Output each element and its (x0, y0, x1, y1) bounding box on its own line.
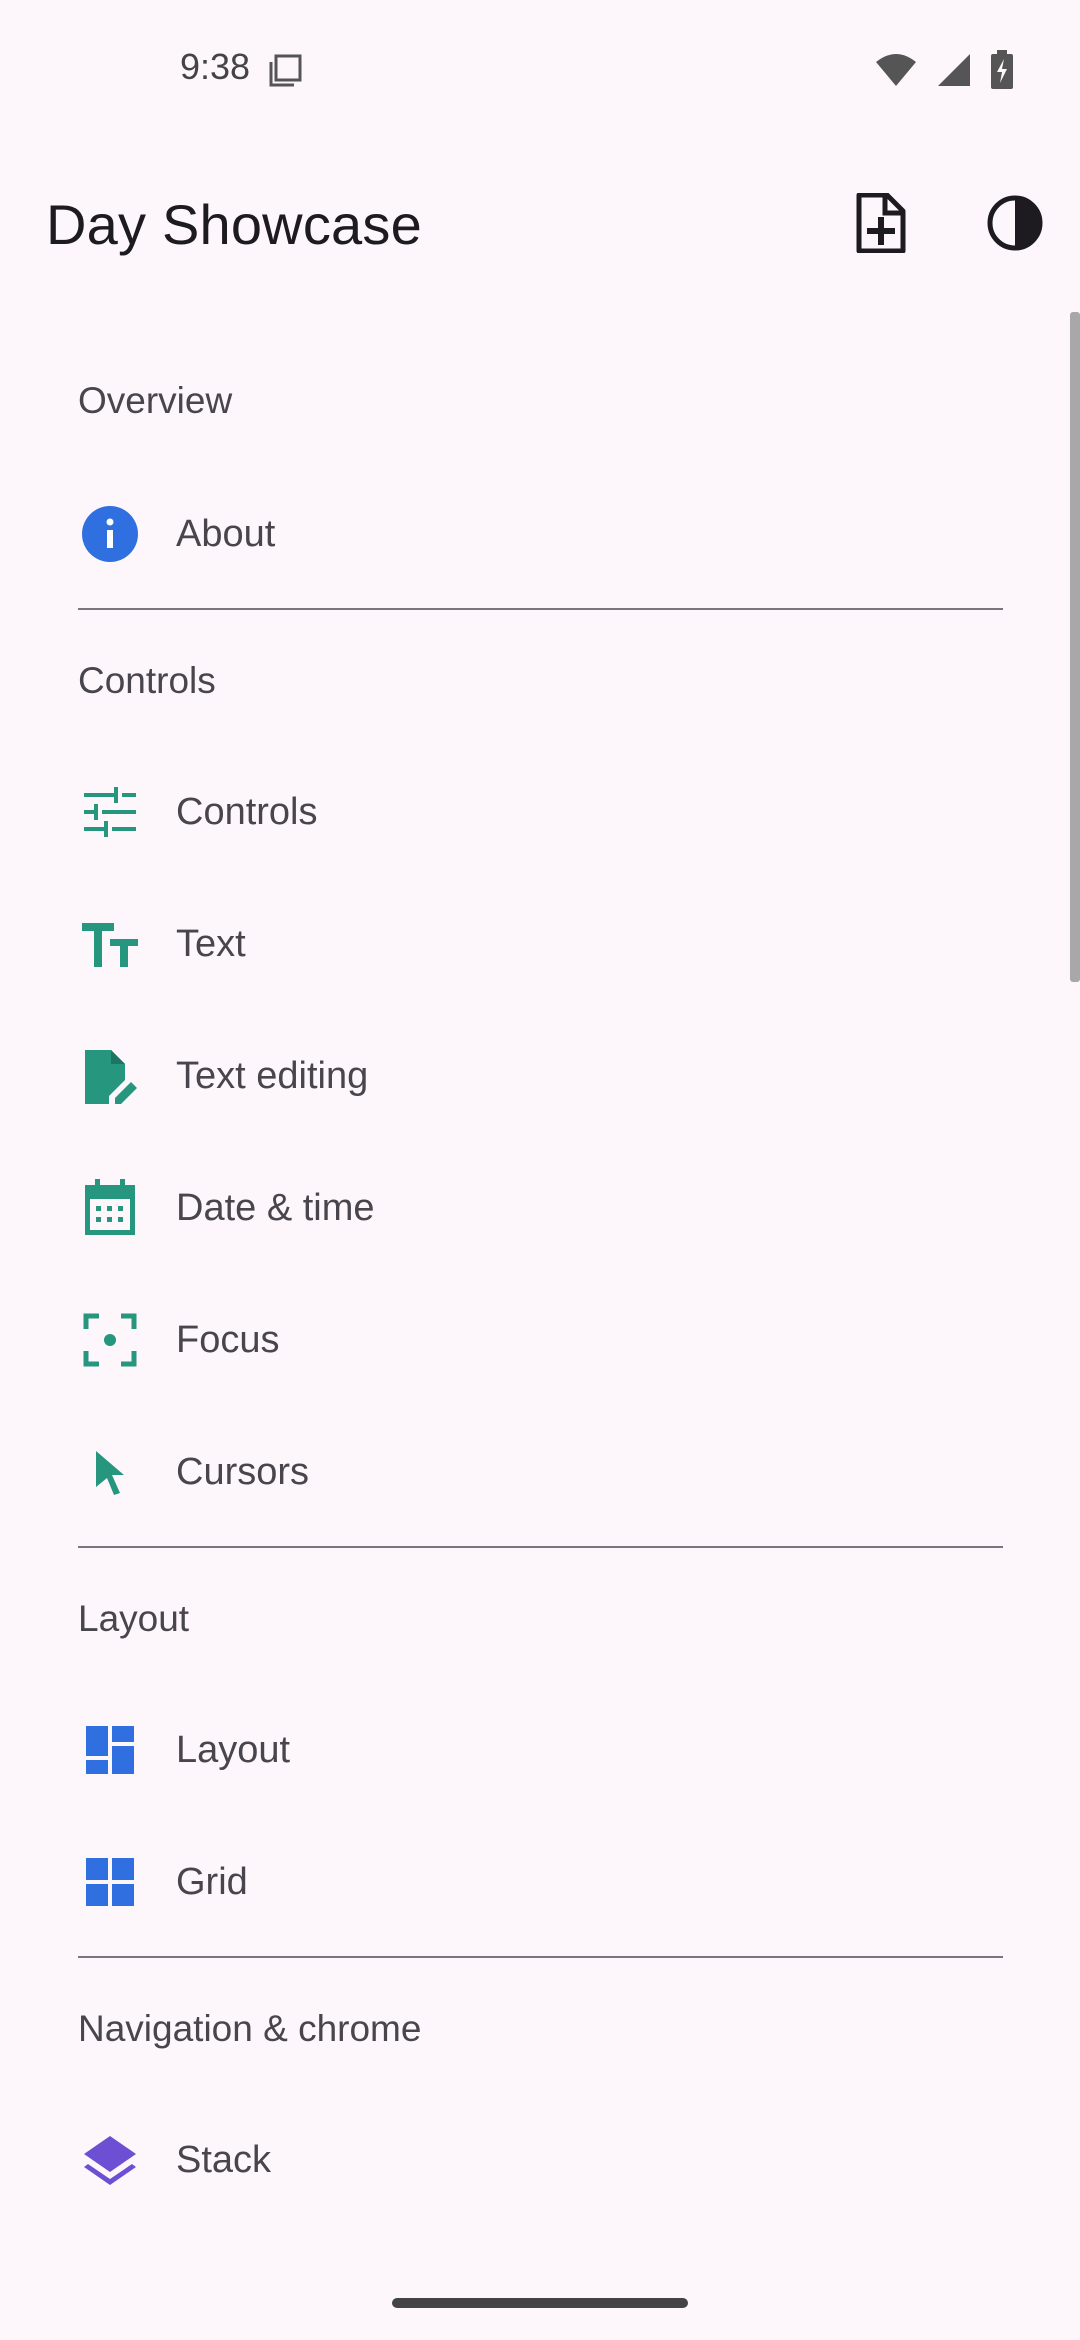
battery-charging-icon (990, 50, 1014, 95)
grid-icon (78, 1850, 142, 1914)
menu-item-text-editing[interactable]: Text editing (0, 1010, 1080, 1142)
menu-item-layout[interactable]: Layout (0, 1684, 1080, 1816)
screen-capture-icon (268, 54, 302, 93)
text-fields-icon (78, 912, 142, 976)
dashboard-icon (78, 1718, 142, 1782)
wifi-icon (874, 52, 918, 93)
theme-contrast-icon (986, 194, 1044, 257)
menu-item-date-time[interactable]: Date & time (0, 1142, 1080, 1274)
menu-item-label: Stack (176, 2138, 272, 2181)
tune-icon (78, 780, 142, 844)
status-time: 9:38 (180, 46, 251, 87)
new-document-button[interactable] (846, 190, 916, 260)
home-indicator[interactable] (392, 2298, 688, 2308)
status-bar: 9:38 (0, 0, 1080, 140)
menu-item-label: Grid (176, 1860, 248, 1903)
menu-item-label: About (176, 512, 276, 555)
layers-icon (78, 2128, 142, 2192)
menu-item-stack[interactable]: Stack (0, 2094, 1080, 2226)
menu-item-label: Text editing (176, 1054, 369, 1097)
menu-item-label: Layout (176, 1728, 291, 1771)
section-header-layout: Layout (78, 1598, 190, 1639)
section-header-overview: Overview (78, 380, 233, 421)
section-header-controls: Controls (78, 660, 216, 701)
menu-item-focus[interactable]: Focus (0, 1274, 1080, 1406)
info-icon (78, 502, 142, 566)
menu-item-controls[interactable]: Controls (0, 746, 1080, 878)
menu-item-about[interactable]: About (0, 468, 1080, 600)
theme-toggle-button[interactable] (980, 190, 1050, 260)
cursor-arrow-icon (78, 1440, 142, 1504)
top-app-bar: Day Showcase (0, 170, 1080, 280)
calendar-icon (78, 1176, 142, 1240)
menu-item-label: Cursors (176, 1450, 310, 1493)
menu-item-text[interactable]: Text (0, 878, 1080, 1010)
focus-center-icon (78, 1308, 142, 1372)
menu-item-label: Date & time (176, 1186, 375, 1229)
menu-item-label: Controls (176, 790, 318, 833)
menu-item-cursors[interactable]: Cursors (0, 1406, 1080, 1538)
navigation-menu: Overview About Controls Controls Text Te… (0, 332, 1080, 2226)
section-header-navigation: Navigation & chrome (78, 2008, 422, 2049)
page-title: Day Showcase (46, 193, 422, 256)
menu-item-grid[interactable]: Grid (0, 1816, 1080, 1948)
new-document-icon (855, 192, 907, 258)
edit-document-icon (78, 1044, 142, 1108)
menu-item-label: Focus (176, 1318, 280, 1361)
menu-item-label: Text (176, 922, 246, 965)
signal-icon (936, 52, 972, 93)
